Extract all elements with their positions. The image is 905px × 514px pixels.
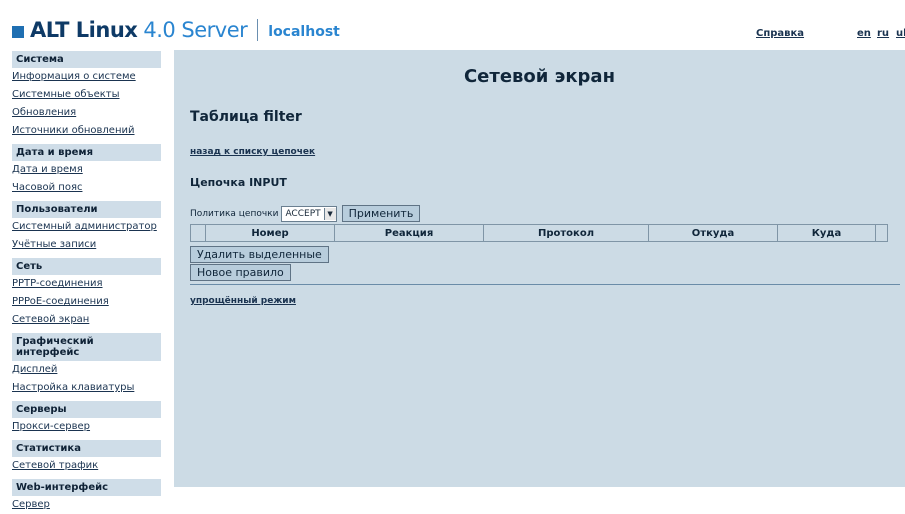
sidebar-section-servers: Серверы bbox=[12, 401, 161, 418]
brand: ALT Linux 4.0 Server localhost bbox=[12, 18, 340, 42]
sidebar-item-firewall[interactable]: Сетевой экран bbox=[12, 311, 161, 329]
rules-table: Номер Реакция Протокол Откуда Куда bbox=[190, 224, 888, 242]
sidebar-item-system-objects[interactable]: Системные объекты bbox=[12, 86, 161, 104]
help-link[interactable]: Справка bbox=[756, 28, 804, 39]
apply-button[interactable]: Применить bbox=[341, 205, 421, 222]
sidebar-section-network: Сеть bbox=[12, 258, 161, 275]
sidebar-item-timezone[interactable]: Часовой пояс bbox=[12, 179, 161, 197]
table-header-destination: Куда bbox=[777, 224, 876, 242]
table-header-protocol: Протокол bbox=[483, 224, 649, 242]
chevron-down-icon: ▼ bbox=[323, 207, 336, 220]
sidebar-section-users: Пользователи bbox=[12, 201, 161, 218]
host-name: localhost bbox=[268, 24, 340, 40]
back-to-chains-link[interactable]: назад к списку цепочек bbox=[190, 147, 315, 157]
main-panel: Сетевой экран Таблица filter назад к спи… bbox=[174, 50, 905, 487]
table-title: Таблица filter bbox=[190, 109, 302, 125]
table-header-source: Откуда bbox=[648, 224, 778, 242]
brand-version: 4.0 Server bbox=[143, 18, 248, 42]
sidebar-item-server[interactable]: Сервер bbox=[12, 496, 161, 514]
lang-uk-link[interactable]: uk bbox=[896, 28, 905, 39]
logo-square-icon bbox=[12, 25, 24, 38]
new-rule-button[interactable]: Новое правило bbox=[190, 264, 291, 281]
sidebar-item-display[interactable]: Дисплей bbox=[12, 361, 161, 379]
table-header-extra bbox=[875, 224, 888, 242]
divider bbox=[190, 284, 900, 285]
policy-row: Политика цепочки ACCEPT ▼ Применить bbox=[190, 205, 421, 222]
chain-title: Цепочка INPUT bbox=[190, 176, 287, 189]
policy-select-value: ACCEPT bbox=[285, 208, 321, 219]
sidebar-item-sysadmin[interactable]: Системный администратор bbox=[12, 218, 161, 236]
table-header-select bbox=[190, 224, 206, 242]
sidebar-section-stats: Статистика bbox=[12, 440, 161, 457]
sidebar-section-web: Web-интерфейс bbox=[12, 479, 161, 496]
sidebar-item-traffic[interactable]: Сетевой трафик bbox=[12, 457, 161, 475]
table-header-action: Реакция bbox=[334, 224, 484, 242]
app-header: ALT Linux 4.0 Server localhost Справка e… bbox=[0, 0, 905, 50]
sidebar: Система Информация о системе Системные о… bbox=[12, 50, 161, 510]
sidebar-item-datetime[interactable]: Дата и время bbox=[12, 161, 161, 179]
sidebar-section-datetime: Дата и время bbox=[12, 144, 161, 161]
sidebar-item-system-info[interactable]: Информация о системе bbox=[12, 68, 161, 86]
sidebar-item-accounts[interactable]: Учётные записи bbox=[12, 236, 161, 254]
sidebar-section-system: Система bbox=[12, 51, 161, 68]
sidebar-item-pppoe[interactable]: PPPoE-соединения bbox=[12, 293, 161, 311]
table-header-number: Номер bbox=[205, 224, 335, 242]
page-title: Сетевой экран bbox=[463, 66, 616, 87]
sidebar-section-gui: Графический интерфейс bbox=[12, 333, 161, 361]
delete-selected-button[interactable]: Удалить выделенные bbox=[190, 246, 329, 263]
sidebar-item-pptp[interactable]: PPTP-соединения bbox=[12, 275, 161, 293]
brand-separator bbox=[257, 19, 259, 41]
lang-ru-link[interactable]: ru bbox=[877, 28, 889, 39]
sidebar-item-updates[interactable]: Обновления bbox=[12, 104, 161, 122]
table-header-row: Номер Реакция Протокол Откуда Куда bbox=[190, 224, 888, 242]
policy-label: Политика цепочки bbox=[190, 208, 279, 219]
brand-name: ALT Linux bbox=[30, 18, 138, 42]
lang-en-link[interactable]: en bbox=[857, 28, 871, 39]
sidebar-item-proxy[interactable]: Прокси-сервер bbox=[12, 418, 161, 436]
sidebar-item-update-sources[interactable]: Источники обновлений bbox=[12, 122, 161, 140]
policy-select[interactable]: ACCEPT ▼ bbox=[281, 205, 337, 222]
simple-mode-link[interactable]: упрощённый режим bbox=[190, 296, 296, 306]
sidebar-item-keyboard[interactable]: Настройка клавиатуры bbox=[12, 379, 161, 397]
